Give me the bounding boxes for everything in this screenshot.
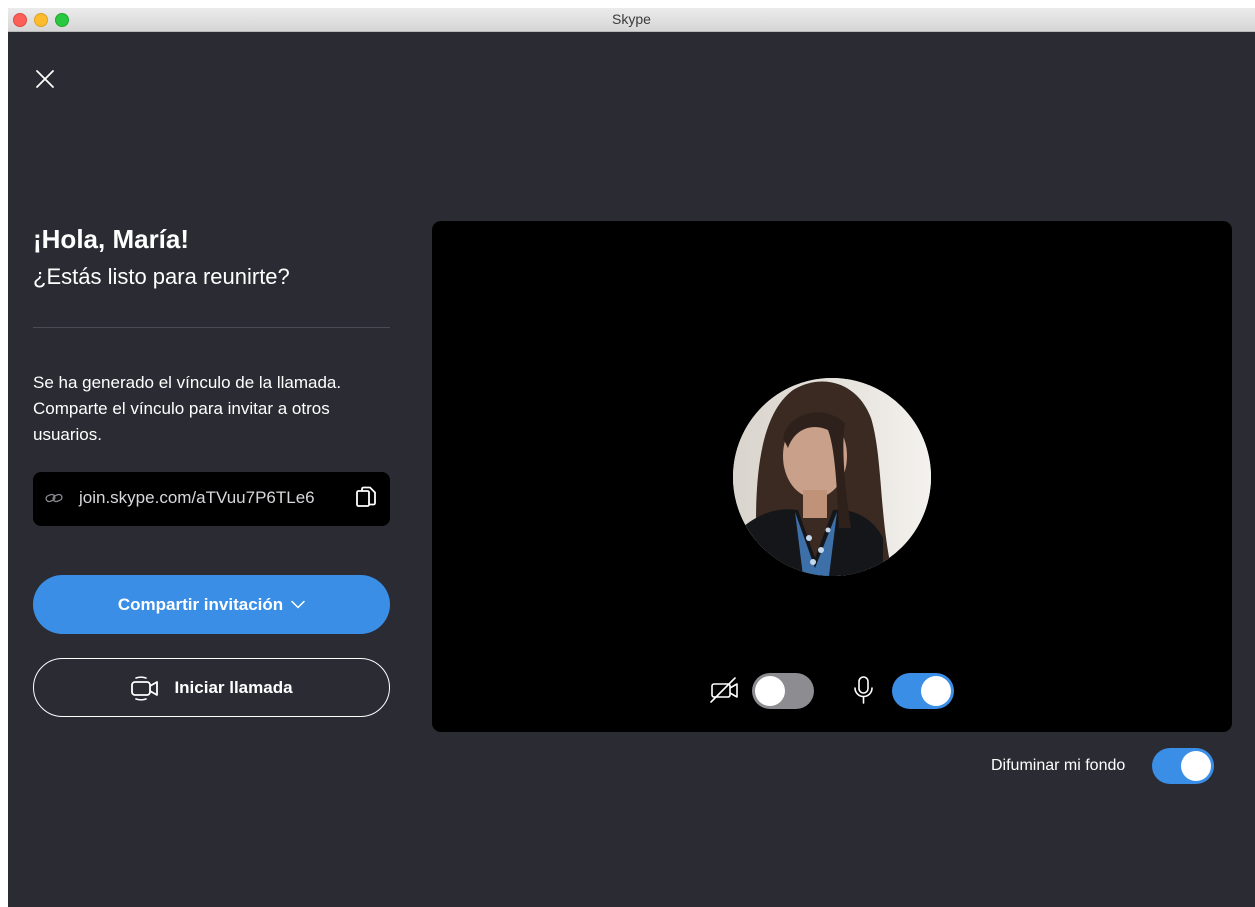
chevron-down-icon xyxy=(291,600,305,609)
camera-toggle[interactable] xyxy=(752,673,814,709)
info-line: usuarios. xyxy=(33,425,102,444)
blur-background-toggle[interactable] xyxy=(1152,748,1214,784)
divider xyxy=(33,327,390,328)
link-icon xyxy=(45,493,63,503)
title-bar: Skype xyxy=(8,8,1255,32)
copy-icon[interactable] xyxy=(355,486,377,510)
greeting-subtitle: ¿Estás listo para reunirte? xyxy=(33,264,290,289)
skype-window: Skype ¡Hola, María! ¿Estás listo para re… xyxy=(8,8,1255,907)
microphone-toggle[interactable] xyxy=(892,673,954,709)
toggle-knob xyxy=(755,676,785,706)
share-invitation-label: Compartir invitación xyxy=(117,594,284,614)
start-call-button[interactable]: Iniciar llamada xyxy=(33,658,390,717)
window-title: Skype xyxy=(612,11,651,27)
greeting-title: ¡Hola, María! xyxy=(33,224,190,254)
close-icon[interactable] xyxy=(34,68,56,90)
toggle-knob xyxy=(921,676,951,706)
link-info-text: Se ha generado el vínculo de la llamada.… xyxy=(33,370,393,448)
toggle-knob xyxy=(1181,751,1211,781)
microphone-icon xyxy=(854,676,873,704)
avatar xyxy=(733,378,931,576)
camera-off-icon xyxy=(710,677,738,703)
call-link-url[interactable]: join.skype.com/aTVuu7P6TLe6 xyxy=(79,488,315,508)
video-preview xyxy=(432,221,1232,732)
start-call-label: Iniciar llamada xyxy=(174,677,293,697)
info-line: Se ha generado el vínculo de la llamada. xyxy=(33,373,342,392)
video-camera-icon xyxy=(131,675,159,701)
info-line: Comparte el vínculo para invitar a otros xyxy=(33,399,330,418)
blur-background-label: Difuminar mi fondo xyxy=(991,757,1126,774)
avatar-photo xyxy=(733,378,931,576)
share-invitation-button[interactable]: Compartir invitación xyxy=(33,575,390,634)
call-link-box[interactable]: join.skype.com/aTVuu7P6TLe6 xyxy=(33,472,390,526)
